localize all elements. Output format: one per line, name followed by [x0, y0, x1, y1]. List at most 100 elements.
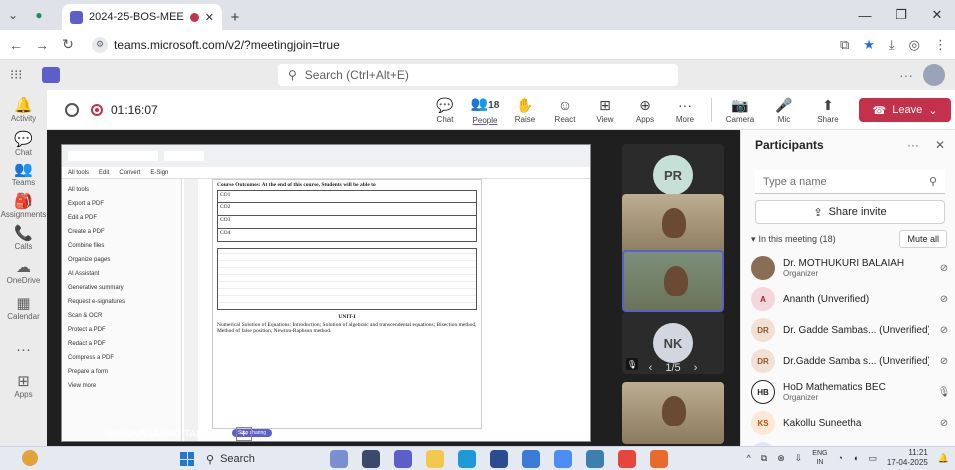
chrome-icon[interactable]: [618, 450, 636, 468]
mic-off-icon[interactable]: ⊘: [937, 418, 951, 429]
taskbar-app-icon[interactable]: [522, 450, 540, 468]
site-info-icon[interactable]: ⚙: [92, 36, 108, 53]
chevron-down-icon: ▾: [751, 233, 756, 244]
avatar[interactable]: [923, 64, 945, 86]
tray-chevron-icon[interactable]: ^: [747, 453, 751, 463]
close-window-icon[interactable]: ✕: [919, 7, 955, 23]
participant-tile[interactable]: [622, 250, 724, 312]
participant-tile[interactable]: [622, 194, 724, 256]
pager-prev-icon[interactable]: ‹: [649, 362, 653, 374]
participant-row[interactable]: Dr. MOTHUKURI BALAIAH Organizer ⊘: [751, 254, 951, 282]
device-mic-button[interactable]: 🎤 Mic: [762, 90, 806, 130]
weather-icon[interactable]: [22, 450, 38, 466]
taskbar-app-icon[interactable]: [330, 450, 348, 468]
participant-row[interactable]: KS Kakollu Suneetha ⊘: [751, 409, 951, 437]
taskbar-app-icon[interactable]: [362, 450, 380, 468]
tray-app-icon[interactable]: ⧉: [761, 453, 767, 464]
in-meeting-section[interactable]: ▾ In this meeting (18) Mute all: [751, 230, 947, 248]
tool-people-button[interactable]: 👥18 People: [465, 90, 505, 130]
back-icon[interactable]: ←: [8, 37, 24, 53]
volume-icon[interactable]: ◖: [853, 453, 858, 463]
install-app-icon[interactable]: ⧉: [840, 37, 849, 53]
maximize-icon[interactable]: ❐: [883, 7, 919, 23]
rail-item-calendar[interactable]: ▦ Calendar: [0, 296, 47, 322]
battery-icon[interactable]: ▭: [868, 453, 877, 464]
account-icon[interactable]: ◎: [909, 37, 920, 53]
rail-item-activity[interactable]: 🔔 Activity: [0, 98, 47, 124]
phone-icon: 📞: [14, 225, 33, 242]
downloads-icon[interactable]: ⤓: [889, 37, 895, 53]
rail-item-onedrive[interactable]: ☁ OneDrive: [0, 260, 47, 286]
close-tab-icon[interactable]: ✕: [205, 11, 214, 24]
meeting-info-icon[interactable]: [65, 102, 79, 117]
minimize-icon[interactable]: —: [847, 8, 883, 23]
usb-icon[interactable]: ⇩: [795, 453, 803, 464]
tool-label: React: [554, 114, 576, 124]
mute-all-button[interactable]: Mute all: [899, 230, 947, 248]
mic-off-icon[interactable]: ⊘: [937, 356, 951, 367]
rail-item-more[interactable]: ···: [0, 342, 47, 358]
pager-next-icon[interactable]: ›: [694, 362, 698, 374]
mic-off-icon[interactable]: ⊘: [937, 325, 951, 336]
bookmark-star-icon[interactable]: ★: [863, 37, 875, 53]
clock[interactable]: 11:21 17-04-2025: [887, 448, 928, 468]
rail-item-calls[interactable]: 📞 Calls: [0, 226, 47, 252]
teams-search-input[interactable]: ⚲ Search (Ctrl+Alt+E): [278, 64, 678, 86]
tool-more-button[interactable]: ··· More: [665, 90, 705, 130]
rail-item-chat[interactable]: 💬 Chat: [0, 132, 47, 158]
browser-menu-icon[interactable]: ⋮: [934, 37, 947, 53]
language-indicator[interactable]: ENG IN: [812, 449, 827, 467]
reload-icon[interactable]: ↻: [60, 36, 76, 53]
teams-more-icon[interactable]: ···: [899, 67, 913, 83]
tool-view-button[interactable]: ⊞ View: [585, 90, 625, 130]
tool-chat-button[interactable]: 💬 Chat: [425, 90, 465, 130]
file-explorer-icon[interactable]: [426, 450, 444, 468]
browser-tab-meeting[interactable]: 2024-25-BOS-MEETING ON ✕: [62, 4, 222, 30]
taskbar-app-icon[interactable]: [394, 450, 412, 468]
participant-row[interactable]: HB HoD Mathematics BEC Organizer 🎙: [751, 378, 951, 406]
panel-more-icon[interactable]: ···: [907, 138, 919, 152]
rail-item-teams[interactable]: 👥 Teams: [0, 162, 47, 188]
close-panel-icon[interactable]: ✕: [935, 138, 945, 152]
share-icon: ⇪: [813, 206, 823, 219]
participant-search-input[interactable]: Type a name ⚲: [755, 170, 945, 194]
rail-item-assignments[interactable]: 🎒 Assignments: [0, 194, 47, 220]
tool-label: Chat: [436, 114, 454, 124]
start-button[interactable]: [180, 452, 194, 466]
tab-search-icon[interactable]: ⌄: [0, 0, 26, 30]
notification-icon[interactable]: 🔔: [938, 453, 949, 464]
participant-row[interactable]: DR Dr. Gadde Sambas... (Unverified) ⊘: [751, 316, 951, 344]
tool-apps-button[interactable]: ⊕ Apps: [625, 90, 665, 130]
tool-react-button[interactable]: ☺ React: [545, 90, 585, 130]
edge-icon[interactable]: [458, 450, 476, 468]
taskbar-app-icon[interactable]: [650, 450, 668, 468]
tool-label: More: [675, 114, 695, 124]
new-tab-button[interactable]: +: [222, 4, 248, 30]
taskbar-app-icon[interactable]: [554, 450, 572, 468]
participant-name: Ananth (Unverified): [783, 293, 870, 305]
mic-off-icon[interactable]: ⊘: [937, 263, 951, 274]
device-share-button[interactable]: ⬆ Share: [806, 90, 850, 130]
rail-item-apps[interactable]: ⊞ Apps: [0, 374, 47, 400]
taskbar-app-icon[interactable]: [586, 450, 604, 468]
participant-row[interactable]: A Ananth (Unverified) ⊘: [751, 285, 951, 313]
taskbar-app-icon[interactable]: [490, 450, 508, 468]
taskbar-search[interactable]: ⚲ Search: [202, 450, 314, 468]
leave-button[interactable]: ☎ Leave ⌄: [859, 98, 951, 122]
mic-on-icon[interactable]: 🎙: [937, 387, 951, 398]
tray-app-icon[interactable]: ⊗: [777, 453, 785, 464]
participant-row[interactable]: DR Dr.Gadde Samba s... (Unverified) ⊘: [751, 347, 951, 375]
participant-tile[interactable]: [622, 382, 724, 444]
mic-off-icon[interactable]: ⊘: [937, 294, 951, 305]
tool-raise-button[interactable]: ✋ Raise: [505, 90, 545, 130]
forward-icon[interactable]: →: [34, 37, 50, 53]
app-launcher-icon[interactable]: ⁝⁝⁝: [10, 67, 36, 83]
share-invite-button[interactable]: ⇪ Share invite: [755, 200, 945, 224]
chevron-down-icon[interactable]: ⌄: [928, 104, 937, 117]
profile-icon[interactable]: ●: [26, 0, 52, 30]
device-camera-button[interactable]: 📷 Camera: [718, 90, 762, 130]
url-field[interactable]: ⚙ teams.microsoft.com/v2/?meetingjoin=tr…: [92, 36, 340, 53]
wifi-icon[interactable]: ◔: [837, 453, 842, 463]
rail-item-label: Assignments: [0, 210, 47, 219]
add-window-button[interactable]: +: [235, 427, 252, 441]
